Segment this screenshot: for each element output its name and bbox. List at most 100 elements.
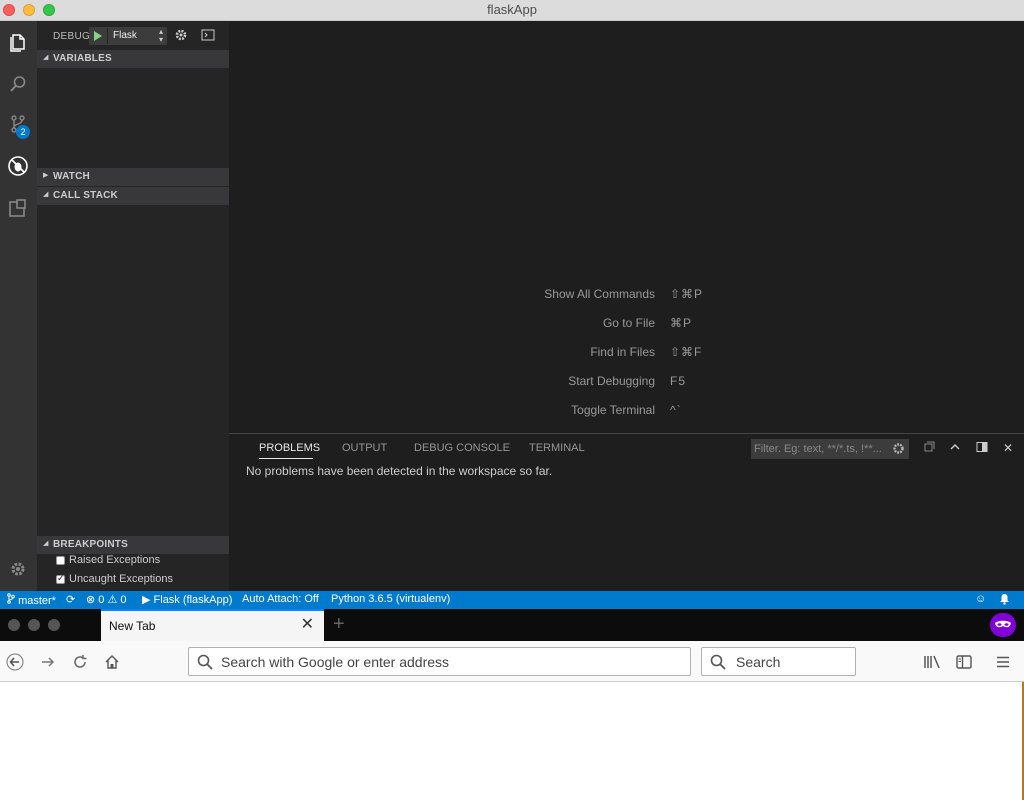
- browser-tab-label: New Tab: [109, 619, 156, 633]
- shortcut-keys: ^`: [670, 403, 682, 417]
- problems-message: No problems have been detected in the wo…: [246, 464, 553, 478]
- shortcut-label: Start Debugging: [568, 374, 655, 388]
- branch-icon: [7, 593, 15, 604]
- status-bar: master* ⟳ ⊗ 0 ⚠ 0 ▶ Flask (flaskApp) Aut…: [0, 591, 1024, 609]
- warning-icon: ⚠: [107, 594, 118, 606]
- forward-icon[interactable]: [37, 651, 59, 673]
- browser-minimize-window-button[interactable]: [28, 619, 40, 631]
- call-stack-section-header[interactable]: ◢ CALL STACK: [37, 187, 229, 205]
- breakpoints-label: BREAKPOINTS: [53, 539, 128, 550]
- gear-icon[interactable]: [3, 554, 33, 584]
- problems-status[interactable]: ⊗ 0 ⚠ 0: [86, 593, 127, 606]
- python-interpreter-item[interactable]: Python 3.6.5 (virtualenv): [331, 593, 450, 605]
- problems-filter[interactable]: [751, 439, 909, 459]
- debug-launch-label: Flask (flaskApp): [153, 594, 233, 606]
- error-icon: ⊗: [86, 594, 96, 606]
- minimize-window-button[interactable]: [23, 4, 35, 16]
- active-tab-underline: [259, 458, 313, 459]
- breakpoint-label: Uncaught Exceptions: [69, 573, 173, 585]
- notifications-bell-icon[interactable]: [999, 593, 1010, 608]
- explorer-icon[interactable]: [3, 27, 33, 57]
- collapse-triangle-icon: ◢: [43, 540, 49, 547]
- hamburger-menu-icon[interactable]: [992, 651, 1014, 673]
- debug-sidebar: DEBUG Flask ▴ ▾ ◢ VARIABLES ▶ WATCH ◢ CAL…: [37, 21, 229, 591]
- browser-maximize-window-button[interactable]: [48, 619, 60, 631]
- watch-section-header[interactable]: ▶ WATCH: [37, 168, 229, 186]
- breakpoint-label: Raised Exceptions: [69, 554, 161, 566]
- auto-attach-item[interactable]: Auto Attach: Off: [242, 593, 319, 605]
- watch-label: WATCH: [53, 171, 90, 182]
- debug-console-icon[interactable]: [201, 28, 215, 42]
- shortcut-label: Go to File: [602, 316, 655, 330]
- panel-position-icon[interactable]: [975, 441, 989, 455]
- maximize-panel-icon[interactable]: [948, 441, 962, 455]
- launch-config-name: Flask: [113, 30, 137, 41]
- window-title: flaskApp: [487, 2, 537, 17]
- feedback-smiley-icon[interactable]: ☺: [975, 593, 986, 605]
- search-icon[interactable]: [3, 69, 33, 99]
- back-icon[interactable]: [4, 651, 26, 673]
- shortcut-hint: Go to File ⌘P: [229, 316, 1024, 332]
- debug-header: DEBUG Flask ▴ ▾: [37, 21, 229, 50]
- new-tab-button[interactable]: +: [333, 613, 345, 636]
- browser-close-window-button[interactable]: [8, 619, 20, 631]
- shortcut-label: Show All Commands: [544, 287, 655, 301]
- shortcut-keys: F5: [670, 374, 687, 388]
- close-panel-icon[interactable]: ✕: [1001, 441, 1015, 455]
- problems-filter-input[interactable]: [751, 439, 891, 459]
- sync-icon[interactable]: ⟳: [66, 593, 75, 606]
- extensions-icon[interactable]: [3, 193, 33, 223]
- close-tab-icon[interactable]: ✕: [301, 617, 314, 633]
- source-control-badge: 2: [16, 125, 30, 139]
- shortcut-keys: ⌘P: [670, 316, 693, 330]
- error-count: 0: [98, 594, 105, 606]
- shortcut-hint: Start Debugging F5: [229, 374, 1024, 390]
- debug-launch-item[interactable]: ▶ Flask (flaskApp): [142, 593, 232, 606]
- url-bar[interactable]: [188, 647, 691, 676]
- shortcut-label: Toggle Terminal: [571, 403, 655, 417]
- collapse-triangle-icon: ◢: [43, 54, 49, 61]
- call-stack-label: CALL STACK: [53, 190, 118, 201]
- tab-output[interactable]: OUTPUT: [342, 442, 387, 454]
- tab-debug-console[interactable]: DEBUG CONSOLE: [414, 442, 510, 454]
- config-separator: [107, 28, 108, 44]
- debug-icon[interactable]: [3, 151, 33, 181]
- search-box[interactable]: [701, 647, 856, 676]
- shortcut-hint: Show All Commands ⇧⌘P: [229, 287, 1024, 303]
- maximize-window-button[interactable]: [43, 4, 55, 16]
- branch-name: master*: [18, 595, 56, 607]
- debug-title: DEBUG: [53, 31, 91, 42]
- filter-settings-icon[interactable]: [892, 442, 905, 458]
- url-input[interactable]: [221, 648, 681, 675]
- search-input[interactable]: [736, 648, 851, 675]
- variables-label: VARIABLES: [53, 53, 112, 64]
- start-debugging-icon[interactable]: [94, 31, 102, 41]
- launch-config-select[interactable]: Flask ▴ ▾: [89, 27, 167, 45]
- browser-content: [0, 682, 1022, 800]
- uncaught-exceptions-checkbox[interactable]: [56, 573, 65, 584]
- gear-icon[interactable]: [174, 28, 188, 42]
- tab-problems[interactable]: PROBLEMS: [259, 442, 320, 454]
- home-icon[interactable]: [101, 651, 123, 673]
- reload-icon[interactable]: [69, 651, 91, 673]
- private-browsing-icon: [990, 613, 1016, 637]
- bottom-panel: PROBLEMS OUTPUT DEBUG CONSOLE TERMINAL ✕…: [229, 433, 1024, 591]
- collapse-all-icon[interactable]: [922, 441, 936, 455]
- branch-item[interactable]: master*: [7, 593, 56, 607]
- browser-tab-new-tab[interactable]: New Tab ✕: [101, 609, 324, 641]
- tab-terminal[interactable]: TERMINAL: [529, 442, 585, 454]
- breakpoint-row: Uncaught Exceptions: [37, 571, 229, 590]
- play-icon: ▶: [142, 594, 151, 606]
- library-icon[interactable]: [921, 651, 943, 673]
- shortcut-label: Find in Files: [590, 345, 655, 359]
- browser-tabstrip: New Tab ✕ +: [0, 609, 1024, 641]
- variables-section-header[interactable]: ◢ VARIABLES: [37, 50, 229, 68]
- sidebar-toggle-icon[interactable]: [953, 651, 975, 673]
- search-icon: [197, 654, 213, 673]
- warning-count: 0: [120, 594, 127, 606]
- raised-exceptions-checkbox[interactable]: [56, 556, 65, 565]
- close-window-button[interactable]: [3, 4, 15, 16]
- search-icon: [710, 654, 726, 673]
- editor-area: Show All Commands ⇧⌘P Go to File ⌘P Find…: [229, 21, 1024, 433]
- shortcut-hint: Find in Files ⇧⌘F: [229, 345, 1024, 361]
